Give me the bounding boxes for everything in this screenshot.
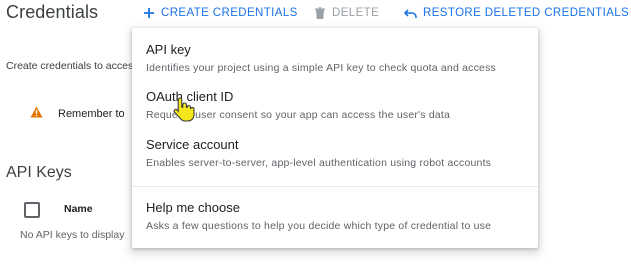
create-credentials-menu: API key Identifies your project using a … <box>132 28 538 248</box>
menu-item-title: Help me choose <box>146 200 240 215</box>
delete-button[interactable]: DELETE <box>314 5 379 21</box>
select-all-checkbox[interactable] <box>24 202 40 218</box>
page-title: Credentials <box>6 2 99 22</box>
menu-item-help-me-choose[interactable]: Help me choose Asks a few questions to h… <box>132 200 538 240</box>
warning-text: Remember to configure the OAuth consent … <box>58 108 124 120</box>
menu-item-title: API key <box>146 42 191 57</box>
menu-item-description: Asks a few questions to help you decide … <box>146 220 492 232</box>
menu-item-description: Identifies your project using a simple A… <box>146 62 496 74</box>
warning-icon <box>30 105 43 123</box>
undo-icon <box>404 8 417 19</box>
menu-item-api-key[interactable]: API key Identifies your project using a … <box>132 42 538 82</box>
create-credentials-button[interactable]: CREATE CREDENTIALS <box>143 5 298 21</box>
intro-text: Create credentials to access your enable… <box>6 60 132 72</box>
api-keys-title: API Keys <box>6 164 72 181</box>
empty-table-text: No API keys to display <box>20 229 125 241</box>
restore-deleted-credentials-button[interactable]: RESTORE DELETED CREDENTIALS <box>404 5 629 21</box>
column-header-name[interactable]: Name <box>64 203 93 215</box>
hand-pointer-icon <box>173 96 195 122</box>
menu-item-service-account[interactable]: Service account Enables server-to-server… <box>132 137 538 177</box>
oauth-consent-warning: Remember to configure the OAuth consent … <box>30 105 124 123</box>
menu-item-description: Enables server-to-server, app-level auth… <box>146 157 492 169</box>
delete-label: DELETE <box>332 7 380 19</box>
menu-divider <box>132 186 538 187</box>
credentials-page: Credentials CREATE CREDENTIALS DELETE RE… <box>0 0 631 272</box>
restore-label: RESTORE DELETED CREDENTIALS <box>423 7 630 19</box>
trash-icon <box>314 6 326 20</box>
menu-item-title: Service account <box>146 137 239 152</box>
create-credentials-label: CREATE CREDENTIALS <box>161 7 298 19</box>
plus-icon <box>143 7 155 19</box>
